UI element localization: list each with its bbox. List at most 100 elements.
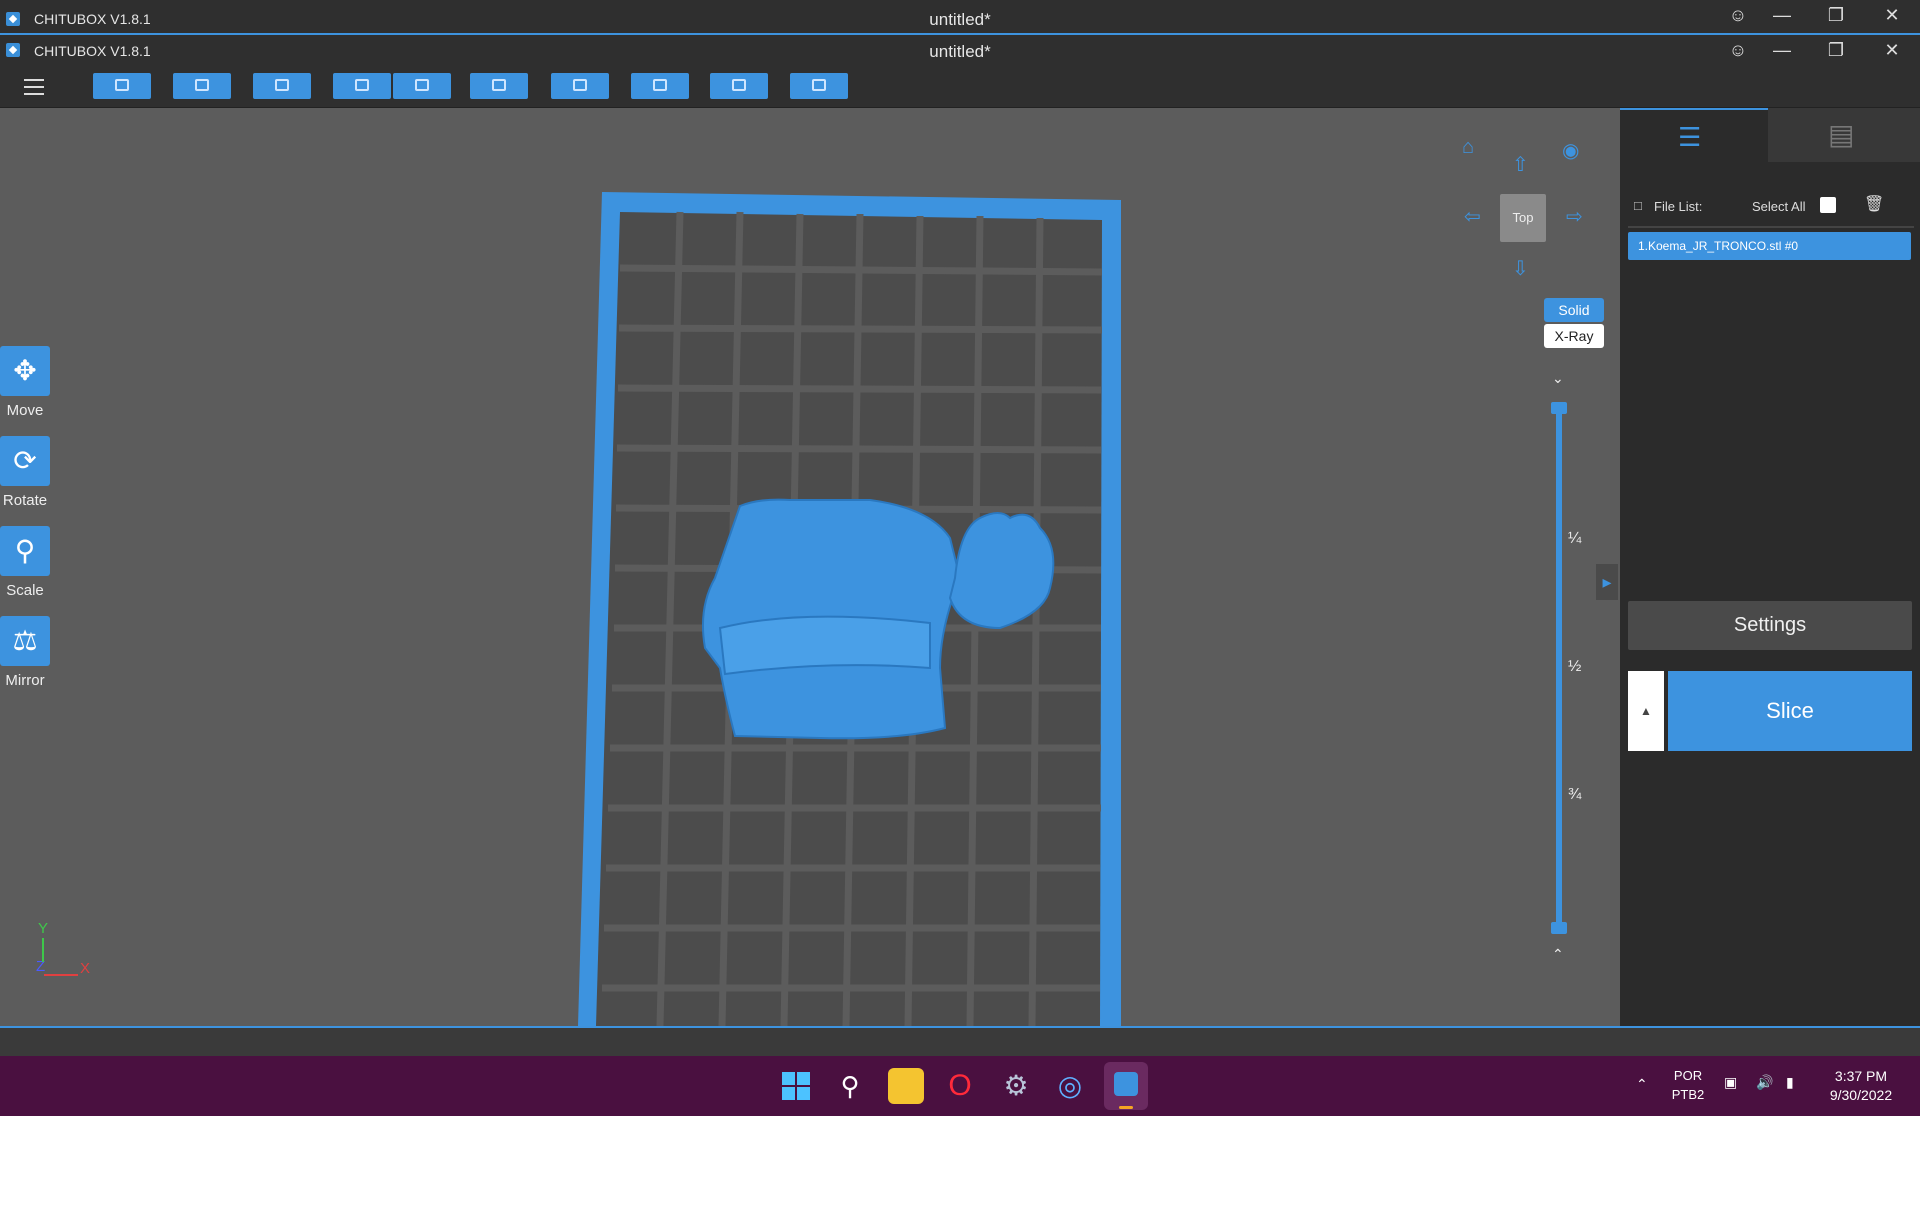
minimize-button[interactable]: —: [1760, 0, 1804, 30]
rotate-icon: ⟳: [13, 445, 37, 476]
auto-layout-icon: [275, 79, 289, 91]
hollow-icon: [732, 79, 746, 91]
axis-y-line: [42, 938, 44, 962]
view-down-icon[interactable]: ⇩: [1512, 256, 1529, 281]
tab-supports[interactable]: ▤: [1768, 108, 1920, 162]
keyboard-language-line2[interactable]: PTB2: [1668, 1087, 1708, 1102]
tab-print-settings[interactable]: ☰: [1620, 108, 1768, 164]
file-explorer-icon[interactable]: [888, 1068, 924, 1104]
support-icon: [653, 79, 667, 91]
scale-tool-button[interactable]: ⚲: [0, 526, 50, 576]
slice-button[interactable]: Slice: [1668, 671, 1912, 751]
network-icon[interactable]: ▣: [1724, 1074, 1737, 1091]
slider-collapse-icon[interactable]: ⌄: [1552, 370, 1564, 387]
file-list-icon: □: [1634, 198, 1642, 213]
back-doc-title: untitled*: [929, 10, 991, 29]
account-icon[interactable]: ☺: [1716, 35, 1760, 65]
menu-icon[interactable]: [24, 79, 44, 100]
rotate-tool-button[interactable]: ⟳: [0, 436, 50, 486]
axis-x-label: X: [80, 960, 91, 977]
copy-icon: [492, 79, 506, 91]
file-list-divider: [1628, 226, 1914, 228]
mirror-tool-button[interactable]: ⚖: [0, 616, 50, 666]
layer-slider-bottom-handle[interactable]: [1551, 922, 1567, 934]
browser-globe-icon[interactable]: ◎: [1052, 1068, 1088, 1104]
redo-icon: [415, 79, 429, 91]
copy-button[interactable]: [470, 73, 528, 99]
scale-icon: ⚲: [14, 535, 36, 566]
save-icon: [195, 79, 209, 91]
layer-slider-track[interactable]: [1556, 408, 1562, 928]
slider-expand-icon[interactable]: ⌃: [1552, 946, 1564, 963]
settings-gear-icon[interactable]: ⚙: [998, 1068, 1034, 1104]
axis-x-line: [44, 974, 78, 976]
maximize-button[interactable]: ❐: [1814, 35, 1858, 65]
clock-date[interactable]: 9/30/2022: [1816, 1087, 1906, 1103]
solid-mode-button[interactable]: Solid: [1544, 298, 1604, 322]
rotate-label: Rotate: [2, 492, 48, 509]
windows-taskbar: ⚲ O ⚙ ◎ ⌃ POR PTB2 ▣ 🔊 ▮ 3:37 PM 9/30/20…: [0, 1056, 1920, 1116]
mirror-label: Mirror: [5, 672, 45, 689]
auto-layout-button[interactable]: [253, 73, 311, 99]
settings-button[interactable]: Settings: [1628, 601, 1912, 650]
volume-icon[interactable]: 🔊: [1756, 1074, 1773, 1091]
close-button[interactable]: ✕: [1870, 0, 1914, 30]
group-button[interactable]: [551, 73, 609, 99]
file-list-item[interactable]: 1.Koema_JR_TRONCO.stl #0: [1628, 232, 1911, 260]
home-view-icon[interactable]: ⌂: [1462, 136, 1474, 159]
maximize-button[interactable]: ❐: [1814, 0, 1858, 30]
settings-list-icon: ☰: [1678, 122, 1702, 152]
view-right-icon[interactable]: ⇨: [1566, 204, 1583, 229]
axis-y-label: Y: [38, 920, 49, 937]
xray-mode-button[interactable]: X-Ray: [1544, 324, 1604, 348]
status-bar: [0, 1026, 1920, 1058]
hollow-button[interactable]: [710, 73, 768, 99]
front-doc-title: untitled*: [929, 42, 991, 61]
undo-button[interactable]: [333, 73, 391, 99]
supports-icon: ▤: [1828, 119, 1855, 150]
select-all-label: Select All: [1752, 199, 1806, 214]
redo-button[interactable]: [393, 73, 451, 99]
slider-fraction-half: ½: [1568, 658, 1582, 675]
clock-time[interactable]: 3:37 PM: [1816, 1068, 1906, 1084]
3d-viewport[interactable]: ✥ Move ⟳ Rotate ⚲ Scale ⚖ Mirror ⌂ ⇧ ◉ ⇦…: [0, 108, 1620, 1026]
minimize-button[interactable]: —: [1760, 35, 1804, 65]
visibility-eye-icon[interactable]: ◉: [1562, 138, 1579, 163]
close-button[interactable]: ✕: [1870, 35, 1914, 65]
back-window-titlebar[interactable]: CHITUBOX V1.8.1 untitled* ☺ — ❐ ✕: [0, 0, 1920, 37]
select-all-checkbox[interactable]: [1820, 197, 1836, 213]
dig-hole-button[interactable]: [790, 73, 848, 99]
scale-label: Scale: [6, 582, 44, 599]
undo-icon: [355, 79, 369, 91]
opera-browser-icon[interactable]: O: [942, 1068, 978, 1104]
keyboard-language-line1[interactable]: POR: [1668, 1068, 1708, 1083]
panel-toggle-arrow-icon[interactable]: ▸: [1596, 564, 1618, 600]
group-icon: [573, 79, 587, 91]
build-plate: [578, 192, 1121, 1026]
save-button[interactable]: [173, 73, 231, 99]
view-up-icon[interactable]: ⇧: [1512, 152, 1529, 177]
move-label: Move: [6, 402, 44, 419]
delete-trash-icon[interactable]: 🗑: [1864, 194, 1884, 214]
main-toolbar: [0, 67, 1920, 108]
slider-fraction-quarter: ¼: [1568, 530, 1582, 547]
layer-slider-top-handle[interactable]: [1551, 402, 1567, 414]
start-windows-icon[interactable]: [778, 1068, 814, 1104]
account-icon[interactable]: ☺: [1716, 0, 1760, 30]
move-tool-button[interactable]: ✥: [0, 346, 50, 396]
file-list-label: File List:: [1654, 199, 1703, 214]
chitubox-taskbar-icon[interactable]: [1104, 1062, 1148, 1110]
support-button[interactable]: [631, 73, 689, 99]
dig-hole-icon: [812, 79, 826, 91]
view-cube-top[interactable]: Top: [1500, 194, 1546, 242]
tray-overflow-chevron-icon[interactable]: ⌃: [1636, 1076, 1648, 1093]
slice-options-icon[interactable]: ▲: [1628, 671, 1664, 751]
open-file-icon: [115, 79, 129, 91]
view-left-icon[interactable]: ⇦: [1464, 204, 1481, 229]
slider-fraction-three-quarter: ¾: [1568, 786, 1582, 803]
battery-icon[interactable]: ▮: [1786, 1074, 1794, 1091]
open-file-button[interactable]: [93, 73, 151, 99]
search-icon[interactable]: ⚲: [832, 1068, 868, 1104]
front-window-titlebar[interactable]: CHITUBOX V1.8.1 untitled* ☺ — ❐ ✕: [0, 33, 1920, 69]
mirror-icon: ⚖: [12, 625, 38, 656]
